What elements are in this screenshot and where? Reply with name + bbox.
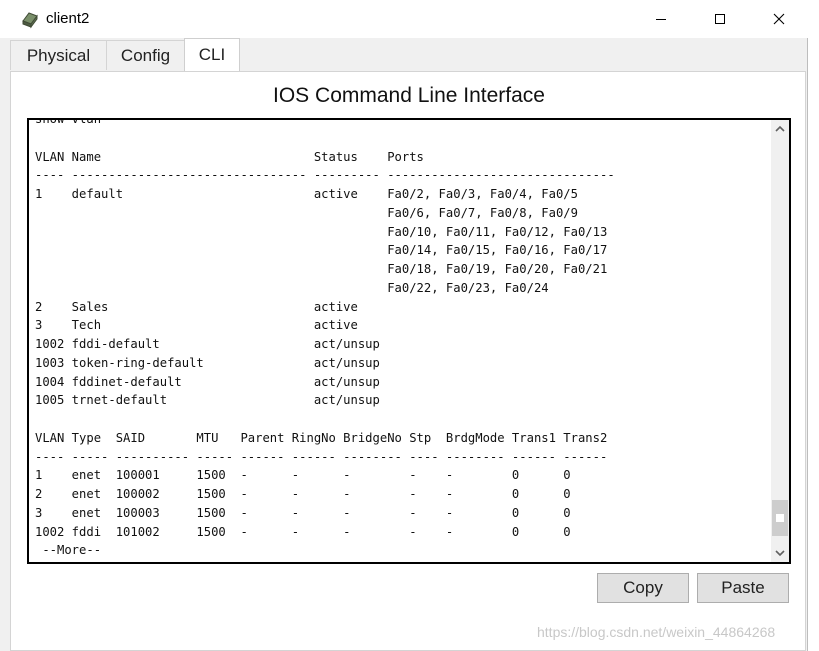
tab-config[interactable]: Config (106, 40, 185, 70)
console-line: VLAN Name Status Ports (35, 149, 424, 164)
console-line: 3 enet 100003 1500 - - - - - 0 0 (35, 505, 571, 520)
console-line: Fa0/18, Fa0/19, Fa0/20, Fa0/21 (35, 262, 608, 276)
console-line: 1003 token-ring-default act/unsup (35, 355, 380, 370)
router-icon (22, 12, 38, 29)
close-icon (773, 13, 785, 25)
watermark: https://blog.csdn.net/weixin_44864268 (537, 624, 776, 640)
console-line: show vlan (35, 118, 102, 126)
scroll-thumb[interactable] (772, 500, 788, 536)
maximize-button[interactable] (697, 0, 743, 38)
console-line: 1 enet 100001 1500 - - - - - 0 0 (35, 468, 571, 483)
console-output: show vlan VLAN Name Status Ports ---- --… (35, 118, 615, 560)
console-line: 1002 fddi-default act/unsup (35, 337, 380, 351)
scroll-up-button[interactable] (771, 120, 789, 138)
console-line: ---- -------------------------------- --… (35, 168, 615, 183)
tab-cli[interactable]: CLI (184, 38, 240, 72)
console-line: Fa0/10, Fa0/11, Fa0/12, Fa0/13 (35, 224, 608, 239)
cli-console[interactable]: show vlan VLAN Name Status Ports ---- --… (27, 118, 791, 564)
page-title: IOS Command Line Interface (273, 84, 545, 107)
console-line: Fa0/6, Fa0/7, Fa0/8, Fa0/9 (35, 205, 578, 220)
copy-button[interactable]: Copy (597, 573, 689, 603)
console-line: 1005 trnet-default act/unsup (35, 393, 380, 408)
console-line: 1 default active Fa0/2, Fa0/3, Fa0/4, Fa… (35, 187, 578, 201)
minimize-icon (656, 19, 666, 20)
chevron-up-icon (775, 125, 785, 132)
window-title: client2 (46, 10, 90, 27)
tab-physical[interactable]: Physical (10, 40, 107, 70)
console-line: 2 enet 100002 1500 - - - - - 0 0 (35, 487, 571, 501)
app-window: client2 Physical Config CLI IOS Command … (0, 0, 808, 651)
console-line: Fa0/14, Fa0/15, Fa0/16, Fa0/17 (35, 243, 608, 258)
close-button[interactable] (756, 0, 802, 38)
console-line: VLAN Type SAID MTU Parent RingNo BridgeN… (35, 430, 608, 445)
console-line: Fa0/22, Fa0/23, Fa0/24 (35, 280, 549, 295)
console-line: 1004 fddinet-default act/unsup (35, 374, 380, 389)
console-line: --More-- (35, 543, 102, 558)
title-bar: client2 (0, 0, 808, 38)
minimize-button[interactable] (638, 0, 684, 38)
cli-panel: IOS Command Line Interface show vlan VLA… (10, 71, 806, 651)
console-line: 3 Tech active (35, 318, 358, 333)
chevron-down-icon (775, 550, 785, 557)
console-scrollbar[interactable] (771, 120, 789, 562)
console-line: 1002 fddi 101002 1500 - - - - - 0 0 (35, 524, 571, 539)
paste-button[interactable]: Paste (697, 573, 789, 603)
console-line: ---- ----- ---------- ----- ------ -----… (35, 449, 608, 464)
console-line: 2 Sales active (35, 299, 358, 314)
scroll-down-button[interactable] (771, 544, 789, 562)
tab-bar: Physical Config CLI (10, 38, 808, 72)
maximize-icon (715, 14, 725, 24)
